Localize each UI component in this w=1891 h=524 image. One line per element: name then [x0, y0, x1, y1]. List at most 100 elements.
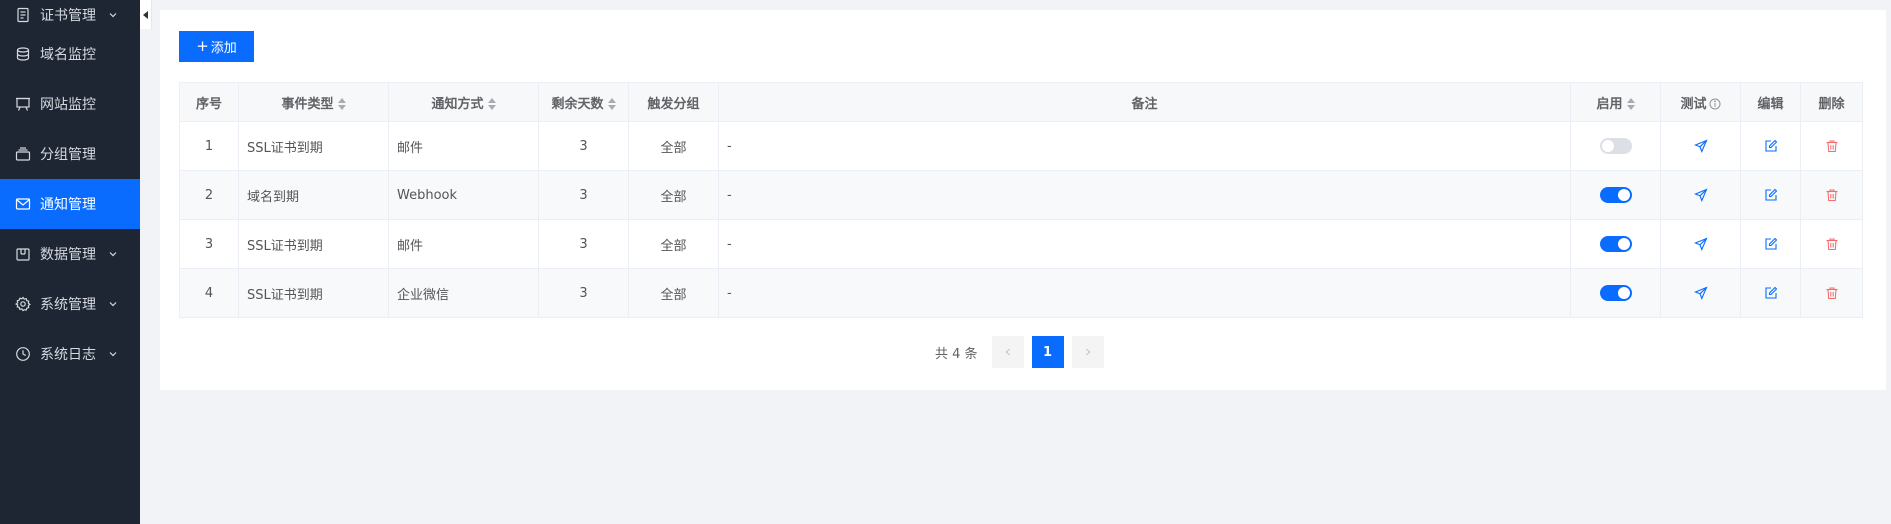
sidebar-collapse-toggle[interactable] — [140, 0, 152, 29]
column-header-remaining-days[interactable]: 剩余天数 — [538, 82, 629, 122]
edit-icon[interactable] — [1764, 188, 1778, 202]
send-icon[interactable] — [1693, 237, 1708, 251]
column-header-test: 测试 — [1660, 82, 1741, 122]
cell-notify-method: 邮件 — [388, 219, 539, 269]
enable-switch[interactable] — [1599, 285, 1632, 301]
sort-icon[interactable] — [337, 98, 346, 110]
send-icon[interactable] — [1693, 188, 1708, 202]
edit-icon[interactable] — [1764, 237, 1778, 251]
cell-event-type: SSL证书到期 — [238, 268, 389, 318]
enable-switch[interactable] — [1599, 187, 1632, 203]
database-icon — [15, 46, 31, 62]
cell-delete — [1800, 268, 1863, 318]
sidebar-item-site-monitor[interactable]: 网站监控 — [0, 79, 140, 129]
sidebar-item-group-management[interactable]: 分组管理 — [0, 129, 140, 179]
chevron-left-icon — [1005, 348, 1010, 356]
chevron-right-icon — [1085, 348, 1090, 356]
sidebar: 证书管理 域名监控 网站监控 分组管理 通知管理 数据管理 系统管理 系统日志 — [0, 0, 140, 524]
sidebar-item-label: 通知管理 — [40, 197, 96, 213]
cell-edit — [1740, 268, 1801, 318]
cell-index: 4 — [179, 268, 239, 318]
column-header-edit: 编辑 — [1740, 82, 1801, 122]
column-header-enabled[interactable]: 启用 — [1570, 82, 1661, 122]
send-icon[interactable] — [1693, 139, 1708, 153]
send-icon[interactable] — [1693, 286, 1708, 300]
cell-index: 2 — [179, 170, 239, 220]
cell-test — [1660, 268, 1741, 318]
trash-icon[interactable] — [1825, 139, 1839, 153]
pagination-total: 共 4 条 — [935, 346, 978, 362]
caret-left-icon — [143, 10, 148, 19]
edit-icon[interactable] — [1764, 286, 1778, 300]
cell-index: 3 — [179, 219, 239, 269]
enable-switch[interactable] — [1599, 138, 1632, 154]
cell-trigger-group: 全部 — [628, 219, 719, 269]
table-row: 3 SSL证书到期 邮件 3 全部 - — [179, 219, 1863, 269]
cell-delete — [1800, 219, 1863, 269]
cell-trigger-group: 全部 — [628, 170, 719, 220]
column-header-remark: 备注 — [718, 82, 1571, 122]
prev-page-button[interactable] — [991, 336, 1024, 368]
cell-test — [1660, 219, 1741, 269]
cell-test — [1660, 121, 1741, 171]
next-page-button[interactable] — [1071, 336, 1104, 368]
sort-icon[interactable] — [607, 98, 616, 110]
cell-notify-method: 邮件 — [388, 121, 539, 171]
trash-icon[interactable] — [1825, 188, 1839, 202]
sidebar-item-data-management[interactable]: 数据管理 — [0, 229, 140, 279]
header-label: 触发分组 — [647, 96, 700, 112]
notification-list-card: + 添加 序号 事件类型 通知方式 剩余天数 触发分组 备注 启用 测试 编辑 … — [160, 10, 1886, 390]
table-row: 1 SSL证书到期 邮件 3 全部 - — [179, 121, 1863, 171]
add-button-label: 添加 — [210, 41, 237, 56]
cell-event-type: SSL证书到期 — [238, 219, 389, 269]
header-label: 测试 — [1680, 96, 1707, 112]
sidebar-item-label: 分组管理 — [40, 147, 96, 163]
table-row: 4 SSL证书到期 企业微信 3 全部 - — [179, 268, 1863, 318]
edit-icon[interactable] — [1764, 139, 1778, 153]
info-icon[interactable] — [1709, 98, 1721, 110]
sidebar-item-label: 系统管理 — [40, 297, 96, 313]
sidebar-item-label: 证书管理 — [40, 7, 96, 24]
sidebar-item-notification-management[interactable]: 通知管理 — [0, 179, 140, 229]
table-row: 2 域名到期 Webhook 3 全部 - — [179, 170, 1863, 220]
cell-enabled — [1570, 219, 1661, 269]
cell-trigger-group: 全部 — [628, 268, 719, 318]
layers-icon — [15, 146, 31, 162]
header-label: 事件类型 — [281, 96, 334, 112]
clock-icon — [15, 346, 31, 362]
header-label: 通知方式 — [431, 96, 484, 112]
trash-icon[interactable] — [1825, 286, 1839, 300]
page-number-button[interactable]: 1 — [1031, 336, 1064, 368]
enable-switch[interactable] — [1599, 236, 1632, 252]
gear-icon — [15, 296, 31, 312]
column-header-trigger-group: 触发分组 — [628, 82, 719, 122]
cell-enabled — [1570, 268, 1661, 318]
sidebar-item-cert-management[interactable]: 证书管理 — [0, 0, 140, 29]
box-icon — [15, 246, 31, 262]
header-label: 删除 — [1818, 96, 1845, 112]
cell-remaining-days: 3 — [538, 170, 629, 220]
header-label: 序号 — [195, 96, 222, 112]
cell-delete — [1800, 121, 1863, 171]
cell-enabled — [1570, 121, 1661, 171]
cell-remaining-days: 3 — [538, 121, 629, 171]
notification-table: 序号 事件类型 通知方式 剩余天数 触发分组 备注 启用 测试 编辑 删除 1 … — [179, 82, 1863, 318]
cell-remark: - — [718, 121, 1571, 171]
sidebar-item-system-log[interactable]: 系统日志 — [0, 329, 140, 379]
plus-icon: + — [196, 37, 209, 55]
header-label: 剩余天数 — [551, 96, 604, 112]
mail-icon — [15, 196, 31, 212]
sidebar-item-domain-monitor[interactable]: 域名监控 — [0, 29, 140, 79]
sort-icon[interactable] — [487, 98, 496, 110]
sidebar-item-system-management[interactable]: 系统管理 — [0, 279, 140, 329]
column-header-delete: 删除 — [1800, 82, 1863, 122]
column-header-event-type[interactable]: 事件类型 — [238, 82, 389, 122]
cell-event-type: SSL证书到期 — [238, 121, 389, 171]
chevron-down-icon — [108, 10, 118, 20]
add-button[interactable]: + 添加 — [179, 31, 254, 62]
sidebar-item-label: 系统日志 — [40, 347, 96, 363]
trash-icon[interactable] — [1825, 237, 1839, 251]
sort-icon[interactable] — [1626, 98, 1635, 110]
column-header-index: 序号 — [179, 82, 239, 122]
column-header-notify-method[interactable]: 通知方式 — [388, 82, 539, 122]
